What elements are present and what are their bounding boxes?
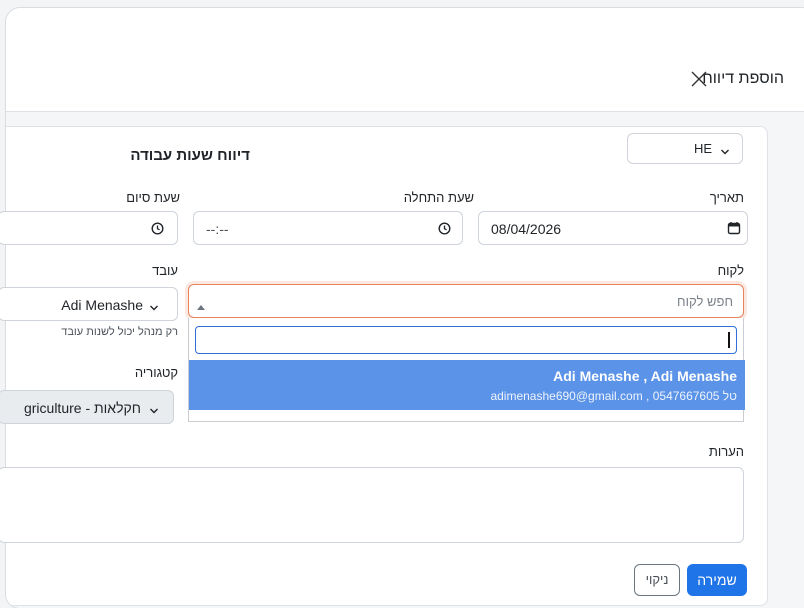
language-value: HE	[694, 141, 713, 156]
date-input[interactable]: 08/04/2026	[478, 211, 748, 245]
clear-button[interactable]: ניקוי	[634, 564, 680, 596]
customer-label: לקוח	[717, 263, 744, 278]
modal-title: הוספת דיווח	[702, 70, 784, 87]
end-time-label: שעת סיום	[126, 190, 180, 205]
start-time-label: שעת התחלה	[403, 190, 474, 205]
start-time-input[interactable]: --:--	[193, 211, 463, 245]
customer-dropdown-search-input[interactable]	[195, 326, 737, 354]
chevron-down-icon	[149, 403, 159, 414]
language-select[interactable]: HE	[627, 133, 743, 164]
date-value: 08/04/2026	[491, 221, 562, 237]
employee-hint: רק מנהל יכול לשנות עובד	[61, 326, 178, 338]
save-button[interactable]: שמירה	[687, 564, 747, 596]
category-select[interactable]: griculture - חקלאות	[0, 390, 174, 424]
calendar-icon[interactable]	[727, 221, 741, 240]
customer-option[interactable]: Adi Menashe , Adi Menashe טל 0547667605 …	[189, 360, 745, 410]
notes-textarea[interactable]	[0, 467, 744, 543]
customer-search-select[interactable]: חפש לקוח	[188, 284, 744, 318]
chevron-down-icon	[720, 144, 730, 155]
start-time-value: --:--	[206, 221, 229, 237]
employee-select[interactable]: Adi Menashe	[0, 287, 178, 321]
employee-label: עובד	[152, 263, 178, 278]
customer-dropdown: Adi Menashe , Adi Menashe טל 0547667605 …	[188, 318, 745, 422]
category-label: קטגוריה	[134, 365, 178, 380]
text-cursor	[728, 332, 730, 348]
customer-option-subtitle: טל 0547667605 , adimenashe690@gmail.com	[490, 389, 737, 403]
customer-option-title: Adi Menashe , Adi Menashe	[553, 368, 737, 384]
customer-placeholder: חפש לקוח	[677, 294, 733, 309]
notes-label: הערות	[708, 444, 744, 459]
end-time-input[interactable]	[0, 211, 178, 245]
close-icon[interactable]	[690, 70, 708, 88]
employee-value: Adi Menashe	[61, 297, 143, 313]
form-title: דיווח שעות עבודה	[130, 147, 250, 164]
modal-header	[6, 8, 804, 112]
clock-icon[interactable]	[151, 222, 164, 240]
clock-icon[interactable]	[438, 222, 451, 240]
date-label: תאריך	[709, 190, 744, 205]
category-value: griculture - חקלאות	[23, 400, 141, 416]
chevron-down-icon	[149, 300, 159, 311]
caret-up-icon	[197, 297, 205, 310]
